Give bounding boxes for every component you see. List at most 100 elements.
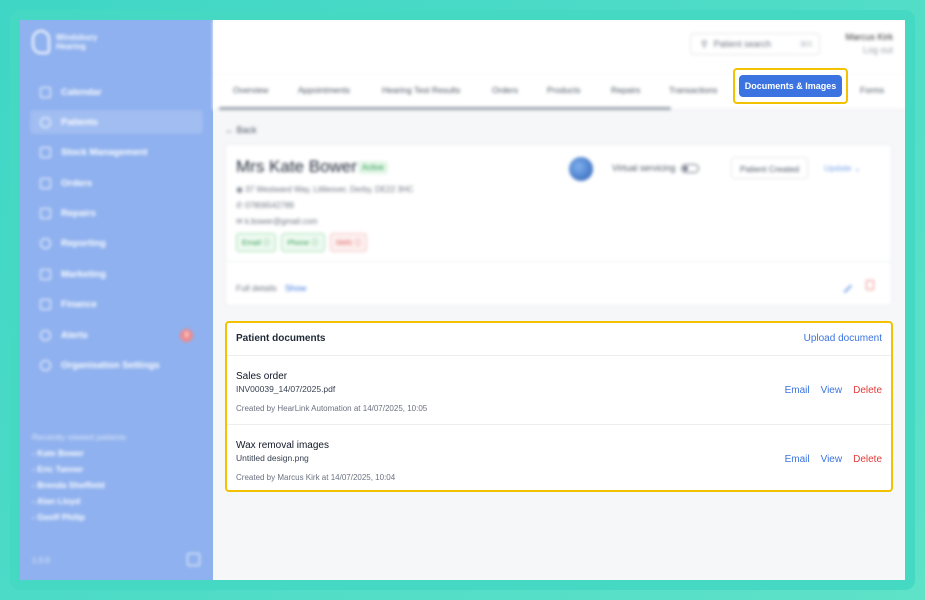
tab-products[interactable]: Products [547, 85, 581, 95]
full-details: Full details Show [236, 283, 307, 293]
search-icon: ⚲ [701, 38, 708, 49]
document-row: Sales order INV00039_14/07/2025.pdf Crea… [227, 357, 891, 425]
sidebar-item-label: Orders [61, 177, 93, 189]
recent-patients: Recently viewed patients - Kate Bower - … [32, 432, 126, 528]
document-actions: Email View Delete [785, 454, 882, 465]
view-document-button[interactable]: View [821, 454, 843, 465]
main-content: ⚲ Patient search ⌘K Marcus Kirk Log out … [213, 20, 905, 580]
patient-search[interactable]: ⚲ Patient search ⌘K [690, 33, 820, 55]
logout-link[interactable]: Log out [845, 45, 893, 55]
tab-orders[interactable]: Orders [492, 85, 518, 95]
gear-icon [40, 360, 51, 372]
upload-document-button[interactable]: Upload document [804, 333, 882, 344]
back-link[interactable]: ← Back [225, 125, 257, 135]
patient-documents-panel: Patient documents Upload document Sales … [225, 321, 893, 492]
sidebar-item-label: Patients [61, 116, 98, 128]
tab-overview[interactable]: Overview [233, 85, 268, 95]
tab-repairs[interactable]: Repairs [611, 85, 640, 95]
tab-appointments[interactable]: Appointments [298, 85, 350, 95]
calendar-icon [40, 86, 51, 98]
patient-name: Mrs Kate Bower [236, 157, 357, 176]
email-preference-chip[interactable]: Email ⓘ [236, 233, 277, 252]
chart-icon [40, 238, 51, 250]
globe-icon[interactable] [569, 157, 593, 181]
phone-preference-chip[interactable]: Phone ⓘ [281, 233, 325, 252]
back-arrow-icon: ← [225, 125, 234, 135]
sidebar-item-stock-management[interactable]: Stock Management [30, 141, 203, 165]
tab-forms[interactable]: Forms [860, 85, 884, 95]
sidebar-item-organisation-settings[interactable]: Organisation Settings [30, 354, 203, 378]
edit-icon[interactable] [837, 278, 853, 294]
delete-document-button[interactable]: Delete [853, 385, 882, 396]
patient-summary-card: Mrs Kate Bower Active ◉ 37 Westward Way,… [225, 144, 892, 306]
recent-patient-link[interactable]: - Alan Lloyd [32, 496, 126, 512]
patient-email: ✉ k.bower@gmail.com [236, 217, 318, 226]
view-document-button[interactable]: View [821, 385, 843, 396]
tab-hearing-test-results[interactable]: Hearing Test Results [382, 85, 460, 95]
top-bar: ⚲ Patient search ⌘K Marcus Kirk Log out [213, 20, 905, 74]
sidebar-item-reporting[interactable]: Reporting [30, 232, 203, 256]
sidebar-item-label: Calendar [61, 86, 102, 98]
email-document-button[interactable]: Email [785, 385, 810, 396]
tabs-scrollbar[interactable] [219, 107, 671, 110]
tab-documents-images[interactable]: Documents & Images [739, 75, 842, 97]
sidebar-item-label: Alerts [61, 329, 88, 341]
sidebar-item-patients[interactable]: Patients [30, 110, 203, 135]
document-row: Wax removal images Untitled design.png C… [227, 426, 891, 494]
update-dropdown[interactable]: Update ⌄ [824, 163, 861, 174]
search-shortcut: ⌘K [799, 39, 813, 49]
virtual-servicing: Virtual servicing [612, 163, 700, 173]
contact-preferences: Email ⓘ Phone ⓘ SMS ⓘ [236, 233, 368, 252]
patients-icon [40, 116, 51, 128]
delete-document-button[interactable]: Delete [853, 454, 882, 465]
sidebar-item-label: Finance [61, 299, 97, 311]
collapse-sidebar-icon[interactable] [187, 553, 200, 566]
bell-icon [40, 329, 51, 341]
sidebar-item-marketing[interactable]: Marketing [30, 262, 203, 286]
document-actions: Email View Delete [785, 385, 882, 396]
tab-documents-images-highlight: Documents & Images [733, 68, 848, 104]
patient-created-select[interactable]: Patient Created [731, 157, 809, 179]
document-name: Sales order [236, 371, 288, 382]
sidebar-item-finance[interactable]: Finance [30, 293, 203, 317]
trash-icon[interactable] [866, 280, 874, 290]
sidebar-item-label: Reporting [61, 238, 106, 250]
brand-logo[interactable]: Windsbury Hearing [32, 30, 97, 54]
app-version: 1.0.0 [32, 556, 50, 565]
email-document-button[interactable]: Email [785, 454, 810, 465]
document-file-name: INV00039_14/07/2025.pdf [236, 384, 336, 394]
document-name: Wax removal images [236, 440, 329, 451]
sidebar-item-label: Stock Management [61, 147, 148, 159]
document-created-meta: Created by Marcus Kirk at 14/07/2025, 10… [236, 473, 396, 482]
show-details-link[interactable]: Show [285, 283, 306, 293]
brand-line-2: Hearing [56, 42, 86, 51]
search-placeholder: Patient search [713, 39, 772, 49]
sidebar-item-label: Organisation Settings [61, 360, 160, 372]
patient-address: ◉ 37 Westward Way, Littleover, Derby, DE… [236, 185, 414, 194]
document-file-name: Untitled design.png [236, 453, 309, 463]
wrench-icon [40, 208, 51, 220]
sidebar: Windsbury Hearing Calendar Patients Stoc… [20, 20, 213, 580]
virtual-servicing-toggle[interactable] [681, 163, 700, 173]
user-name: Marcus Kirk [845, 32, 893, 42]
sidebar-item-calendar[interactable]: Calendar [30, 80, 203, 104]
tab-transactions[interactable]: Transactions [669, 85, 717, 95]
user-menu: Marcus Kirk Log out [845, 32, 893, 55]
sidebar-item-orders[interactable]: Orders [30, 171, 203, 195]
sidebar-item-label: Marketing [61, 268, 106, 280]
ear-logo-icon [32, 30, 50, 54]
sidebar-item-alerts[interactable]: Alerts 3 [30, 323, 203, 347]
recent-patient-link[interactable]: - Geoff Philip [32, 512, 126, 528]
recent-patient-link[interactable]: - Eric Tanner [32, 464, 126, 480]
alerts-count-badge: 3 [180, 329, 193, 343]
sidebar-item-repairs[interactable]: Repairs [30, 202, 203, 226]
recent-patient-link[interactable]: - Brenda Sheffield [32, 480, 126, 496]
recent-patient-link[interactable]: - Kate Bower [32, 448, 126, 464]
sms-preference-chip[interactable]: SMS ⓘ [329, 233, 368, 252]
stock-icon [40, 147, 51, 159]
documents-title: Patient documents [236, 333, 326, 344]
status-badge: Active [358, 161, 388, 174]
recent-patients-title: Recently viewed patients [32, 432, 127, 442]
patient-phone: ✆ 07806542789 [236, 201, 294, 210]
sidebar-nav: Calendar Patients Stock Management Order… [30, 80, 203, 384]
